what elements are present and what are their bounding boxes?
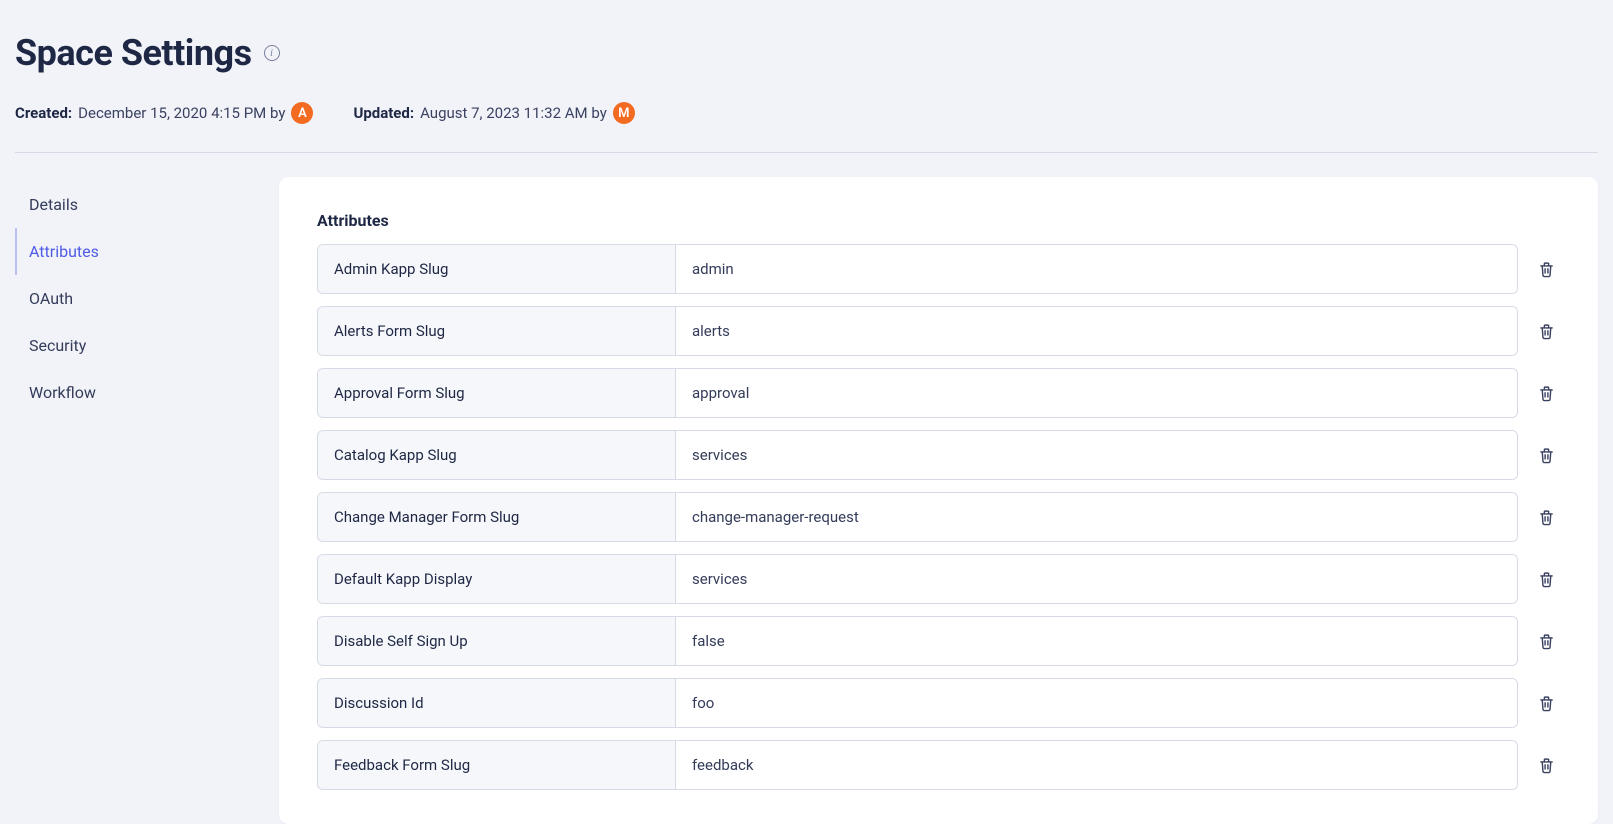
attribute-row: Feedback Form Slug — [317, 740, 1560, 790]
attribute-box: Default Kapp Display — [317, 554, 1518, 604]
section-heading: Attributes — [317, 211, 1560, 230]
created-label: Created: — [15, 104, 72, 122]
attribute-row: Discussion Id — [317, 678, 1560, 728]
attributes-panel: Attributes Admin Kapp Slug Alerts Form Sl… — [279, 177, 1598, 824]
attribute-box: Approval Form Slug — [317, 368, 1518, 418]
attribute-row: Default Kapp Display — [317, 554, 1560, 604]
tab-details[interactable]: Details — [15, 181, 255, 228]
attribute-name: Change Manager Form Slug — [318, 493, 676, 541]
attribute-box: Discussion Id — [317, 678, 1518, 728]
attribute-row: Change Manager Form Slug — [317, 492, 1560, 542]
attribute-value-input[interactable] — [676, 369, 1517, 417]
tab-attributes[interactable]: Attributes — [15, 228, 255, 275]
page-title: Space Settings — [15, 32, 252, 74]
attribute-name: Alerts Form Slug — [318, 307, 676, 355]
trash-icon[interactable] — [1532, 678, 1560, 728]
attribute-value-input[interactable] — [676, 679, 1517, 727]
trash-icon[interactable] — [1532, 368, 1560, 418]
attribute-value-input[interactable] — [676, 493, 1517, 541]
trash-icon[interactable] — [1532, 492, 1560, 542]
trash-icon[interactable] — [1532, 554, 1560, 604]
created-avatar[interactable]: A — [291, 102, 313, 124]
updated-value: August 7, 2023 11:32 AM by — [420, 104, 607, 122]
created-meta: Created: December 15, 2020 4:15 PM by A — [15, 102, 313, 124]
tab-workflow[interactable]: Workflow — [15, 369, 255, 416]
attribute-value-input[interactable] — [676, 555, 1517, 603]
updated-label: Updated: — [353, 104, 414, 122]
attribute-name: Catalog Kapp Slug — [318, 431, 676, 479]
attribute-box: Admin Kapp Slug — [317, 244, 1518, 294]
attribute-row: Approval Form Slug — [317, 368, 1560, 418]
attribute-name: Default Kapp Display — [318, 555, 676, 603]
attribute-row: Catalog Kapp Slug — [317, 430, 1560, 480]
trash-icon[interactable] — [1532, 244, 1560, 294]
attribute-box: Change Manager Form Slug — [317, 492, 1518, 542]
attribute-name: Approval Form Slug — [318, 369, 676, 417]
attribute-value-input[interactable] — [676, 245, 1517, 293]
trash-icon[interactable] — [1532, 430, 1560, 480]
tab-security[interactable]: Security — [15, 322, 255, 369]
meta-row: Created: December 15, 2020 4:15 PM by A … — [15, 102, 1598, 124]
attribute-row: Admin Kapp Slug — [317, 244, 1560, 294]
sidebar-tabs: DetailsAttributesOAuthSecurityWorkflow — [15, 177, 255, 416]
attribute-row: Disable Self Sign Up — [317, 616, 1560, 666]
updated-avatar[interactable]: M — [613, 102, 635, 124]
trash-icon[interactable] — [1532, 740, 1560, 790]
info-icon[interactable] — [264, 45, 280, 61]
attribute-name: Discussion Id — [318, 679, 676, 727]
attribute-box: Disable Self Sign Up — [317, 616, 1518, 666]
attribute-value-input[interactable] — [676, 741, 1517, 789]
attribute-box: Catalog Kapp Slug — [317, 430, 1518, 480]
trash-icon[interactable] — [1532, 616, 1560, 666]
trash-icon[interactable] — [1532, 306, 1560, 356]
attribute-value-input[interactable] — [676, 307, 1517, 355]
updated-meta: Updated: August 7, 2023 11:32 AM by M — [353, 102, 634, 124]
attribute-name: Feedback Form Slug — [318, 741, 676, 789]
attribute-box: Alerts Form Slug — [317, 306, 1518, 356]
attribute-value-input[interactable] — [676, 617, 1517, 665]
attribute-row: Alerts Form Slug — [317, 306, 1560, 356]
page-header: Space Settings Created: December 15, 202… — [15, 0, 1598, 153]
attribute-name: Disable Self Sign Up — [318, 617, 676, 665]
tab-oauth[interactable]: OAuth — [15, 275, 255, 322]
created-value: December 15, 2020 4:15 PM by — [78, 104, 285, 122]
attribute-box: Feedback Form Slug — [317, 740, 1518, 790]
attributes-list: Admin Kapp Slug Alerts Form Slug Approval … — [317, 244, 1560, 790]
attribute-value-input[interactable] — [676, 431, 1517, 479]
attribute-name: Admin Kapp Slug — [318, 245, 676, 293]
